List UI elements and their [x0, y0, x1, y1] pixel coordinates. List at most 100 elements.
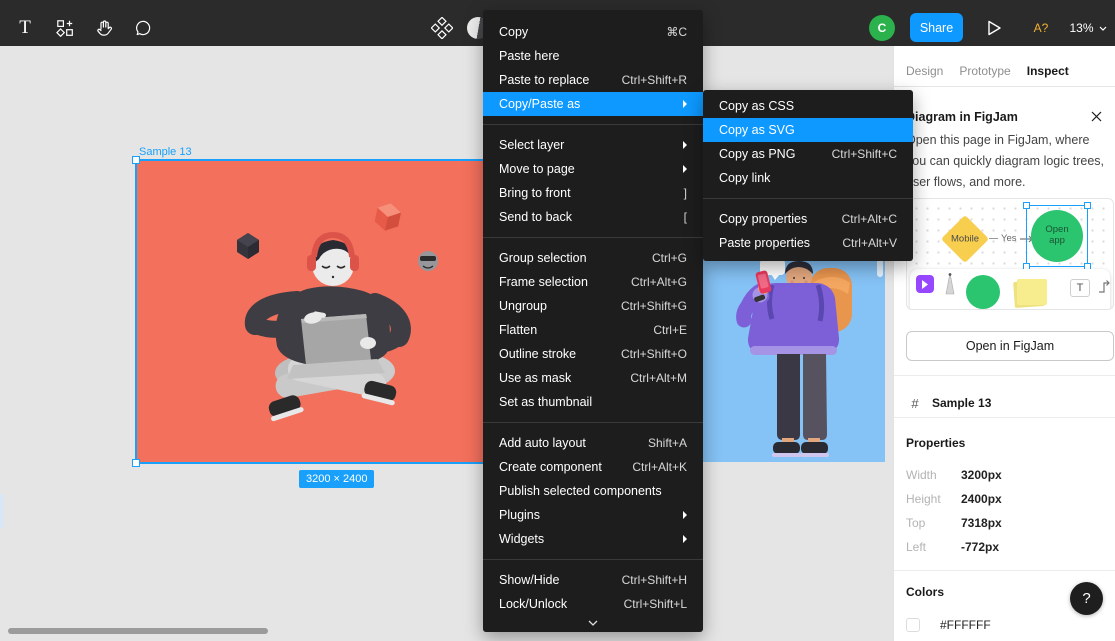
menu-item-copy[interactable]: Copy⌘C — [483, 20, 703, 44]
menu-item-copy-properties[interactable]: Copy propertiesCtrl+Alt+C — [703, 207, 913, 231]
menu-item-show-hide[interactable]: Show/HideCtrl+Shift+H — [483, 568, 703, 592]
properties-heading: Properties — [906, 436, 965, 450]
vertical-scrollbar[interactable] — [877, 259, 883, 277]
selected-layer-row[interactable]: # Sample 13 — [894, 389, 1115, 417]
menu-item-send-to-back[interactable]: Send to back [ — [483, 205, 703, 229]
menu-item-group-selection[interactable]: Group selectionCtrl+G — [483, 246, 703, 270]
property-value: 7318px — [961, 511, 1002, 535]
menu-item-copy-link[interactable]: Copy link — [703, 166, 913, 190]
menu-item-select-layer[interactable]: Select layer — [483, 133, 703, 157]
menu-item-widgets[interactable]: Widgets — [483, 527, 703, 551]
menu-item-label: Group selection — [499, 251, 640, 265]
submenu-arrow-icon — [683, 535, 687, 543]
menu-item-label: Plugins — [499, 508, 673, 522]
menu-shortcut: Ctrl+E — [653, 323, 687, 337]
menu-item-paste-here[interactable]: Paste here — [483, 44, 703, 68]
menu-shortcut: Ctrl+Shift+H — [622, 573, 687, 587]
menu-shortcut: Ctrl+Shift+R — [622, 73, 687, 87]
menu-item-copy-as-png[interactable]: Copy as PNGCtrl+Shift+C — [703, 142, 913, 166]
menu-shortcut: ] — [684, 186, 687, 200]
chevron-down-icon — [1099, 26, 1107, 31]
help-button[interactable]: ? — [1070, 582, 1103, 615]
open-in-figjam-button[interactable]: Open in FigJam — [906, 331, 1114, 361]
color-row: #FFFFFF — [894, 613, 1115, 637]
menu-item-label: Set as thumbnail — [499, 395, 687, 409]
context-menu-items: Copy⌘CPaste herePaste to replaceCtrl+Shi… — [483, 20, 703, 616]
frame-red-selected[interactable] — [137, 161, 539, 462]
menu-item-bring-to-front[interactable]: Bring to front] — [483, 181, 703, 205]
diamond-cluster-icon — [431, 17, 453, 39]
edge-label: Yes — [1001, 233, 1017, 244]
submenu-items: Copy as CSSCopy as SVGCopy as PNGCtrl+Sh… — [703, 94, 913, 255]
properties-rows: Width3200pxHeight2400pxTop7318pxLeft-772… — [894, 463, 1115, 559]
main-menu-button[interactable] — [425, 10, 459, 46]
menu-item-plugins[interactable]: Plugins — [483, 503, 703, 527]
menu-item-flatten[interactable]: Flatten Ctrl+E — [483, 318, 703, 342]
menu-item-move-to-page[interactable]: Move to page — [483, 157, 703, 181]
menu-item-ungroup[interactable]: UngroupCtrl+Shift+G — [483, 294, 703, 318]
frame-name-label[interactable]: Sample 13 — [139, 146, 192, 158]
menu-item-label: Widgets — [499, 532, 673, 546]
menu-item-outline-stroke[interactable]: Outline strokeCtrl+Shift+O — [483, 342, 703, 366]
horizontal-scrollbar[interactable] — [8, 628, 268, 634]
menu-shortcut: [ — [684, 210, 687, 224]
right-panel: Design Prototype Inspect Diagram in FigJam… — [893, 46, 1115, 641]
partial-frame-left — [0, 494, 4, 528]
close-icon — [1091, 111, 1102, 122]
property-row: Top7318px — [894, 511, 1115, 535]
panel-divider — [894, 375, 1115, 376]
comment-icon — [134, 19, 152, 37]
tab-inspect[interactable]: Inspect — [1027, 64, 1069, 78]
menu-shortcut: Ctrl+Alt+K — [632, 460, 687, 474]
menu-item-label: Publish selected components — [499, 484, 687, 498]
menu-item-publish-selected-components[interactable]: Publish selected components — [483, 479, 703, 503]
menu-item-label: Add auto layout — [499, 436, 636, 450]
menu-item-copy-as-css[interactable]: Copy as CSS — [703, 94, 913, 118]
zoom-control[interactable]: 13% — [1064, 10, 1112, 46]
menu-item-copy-paste-as[interactable]: Copy/Paste as — [483, 92, 703, 116]
property-row: Height2400px — [894, 487, 1115, 511]
menu-item-label: Send to back — [499, 210, 672, 224]
panel-divider — [894, 417, 1115, 418]
menu-item-set-as-thumbnail[interactable]: Set as thumbnail — [483, 390, 703, 414]
menu-shortcut: Ctrl+Shift+L — [624, 597, 687, 611]
submenu-arrow-icon — [683, 165, 687, 173]
menu-item-label: Copy properties — [719, 212, 830, 226]
menu-item-label: Copy link — [719, 171, 897, 185]
menu-item-add-auto-layout[interactable]: Add auto layoutShift+A — [483, 431, 703, 455]
menu-item-label: Flatten — [499, 323, 641, 337]
user-avatar[interactable]: C — [869, 15, 895, 41]
share-button[interactable]: Share — [910, 13, 963, 42]
resources-tool-button[interactable] — [48, 10, 82, 46]
text-tool-button[interactable]: T — [8, 10, 42, 46]
tab-prototype[interactable]: Prototype — [959, 64, 1010, 78]
menu-item-paste-properties[interactable]: Paste propertiesCtrl+Alt+V — [703, 231, 913, 255]
comment-tool-button[interactable] — [126, 10, 160, 46]
present-button[interactable] — [982, 10, 1006, 46]
menu-item-lock-unlock[interactable]: Lock/UnlockCtrl+Shift+L — [483, 592, 703, 616]
menu-item-create-component[interactable]: Create componentCtrl+Alt+K — [483, 455, 703, 479]
menu-shortcut: Ctrl+Alt+G — [631, 275, 687, 289]
menu-item-copy-as-svg[interactable]: Copy as SVG — [703, 118, 913, 142]
panel-divider — [894, 570, 1115, 571]
selection-handle-bottom-left[interactable] — [132, 459, 140, 467]
missing-fonts-button[interactable]: A? — [1024, 10, 1058, 46]
figjam-connector-tool-icon — [1098, 279, 1114, 295]
menu-separator — [703, 198, 913, 199]
tab-design[interactable]: Design — [906, 64, 943, 78]
frame-icon: # — [907, 396, 923, 411]
hand-tool-button[interactable] — [87, 10, 121, 46]
menu-item-use-as-mask[interactable]: Use as maskCtrl+Alt+M — [483, 366, 703, 390]
menu-separator — [483, 124, 703, 125]
menu-item-frame-selection[interactable]: Frame selectionCtrl+Alt+G — [483, 270, 703, 294]
figjam-section-title: Diagram in FigJam — [906, 110, 1018, 124]
color-swatch[interactable] — [906, 618, 920, 632]
property-label: Height — [906, 487, 941, 511]
text-tool-icon: T — [19, 17, 31, 39]
menu-item-paste-to-replace[interactable]: Paste to replaceCtrl+Shift+R — [483, 68, 703, 92]
menu-shortcut: Ctrl+Shift+O — [621, 347, 687, 361]
figjam-close-button[interactable] — [1088, 108, 1104, 124]
figjam-sticky-note-icon — [1017, 279, 1047, 305]
menu-overflow-button[interactable] — [483, 616, 703, 630]
play-icon — [987, 20, 1002, 36]
